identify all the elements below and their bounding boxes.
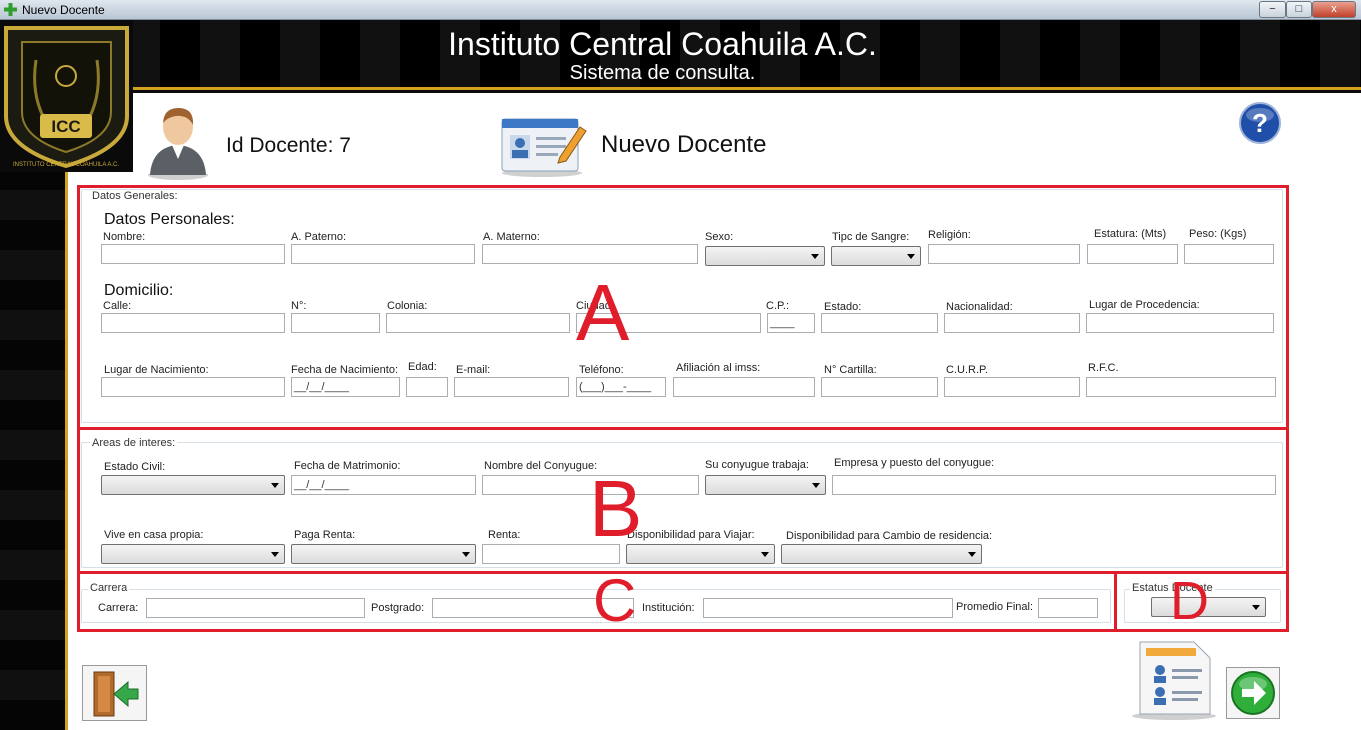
maximize-button[interactable]: □ [1286,1,1312,18]
icc-logo: ICC INSTITUTO CENTRAL COAHUILA A.C. [0,20,133,172]
form-edit-icon [501,118,587,177]
main-content: Id Docente: 7 Nuevo Docente ? Datos Gene… [68,93,1361,730]
arrow-right-icon [1231,671,1275,715]
teacher-id-label: Id Docente: 7 [226,134,351,157]
close-button[interactable]: x [1312,1,1356,18]
logo-text: ICC [51,117,80,136]
system-subtitle: Sistema de consulta. [569,62,756,84]
teacher-avatar-icon [148,107,208,180]
annotation-box-a [77,185,1289,430]
annotation-letter-a: A [576,268,630,357]
question-mark-icon: ? [1252,108,1268,138]
exit-door-icon [93,671,139,717]
minimize-button[interactable]: − [1259,1,1286,18]
exit-button[interactable] [82,665,147,721]
annotation-letter-c: C [593,567,637,634]
app-header: Instituto Central Coahuila A.C. Sistema … [0,20,1361,90]
annotation-letter-d: D [1170,571,1209,631]
report-document-button[interactable] [1130,638,1218,720]
window-title-bar: Nuevo Docente − □ x [0,0,1361,20]
annotation-letter-b: B [589,464,643,553]
annotation-box-b [77,427,1289,574]
window-title: Nuevo Docente [22,3,105,17]
page-title: Nuevo Docente [601,131,767,158]
app-plus-icon [4,3,17,16]
institute-title: Instituto Central Coahuila A.C. [448,26,877,62]
next-button[interactable] [1226,667,1280,719]
left-decor-strip [0,90,68,730]
logo-ring-text: INSTITUTO CENTRAL COAHUILA A.C. [13,162,119,168]
help-button[interactable]: ? [1239,102,1281,144]
